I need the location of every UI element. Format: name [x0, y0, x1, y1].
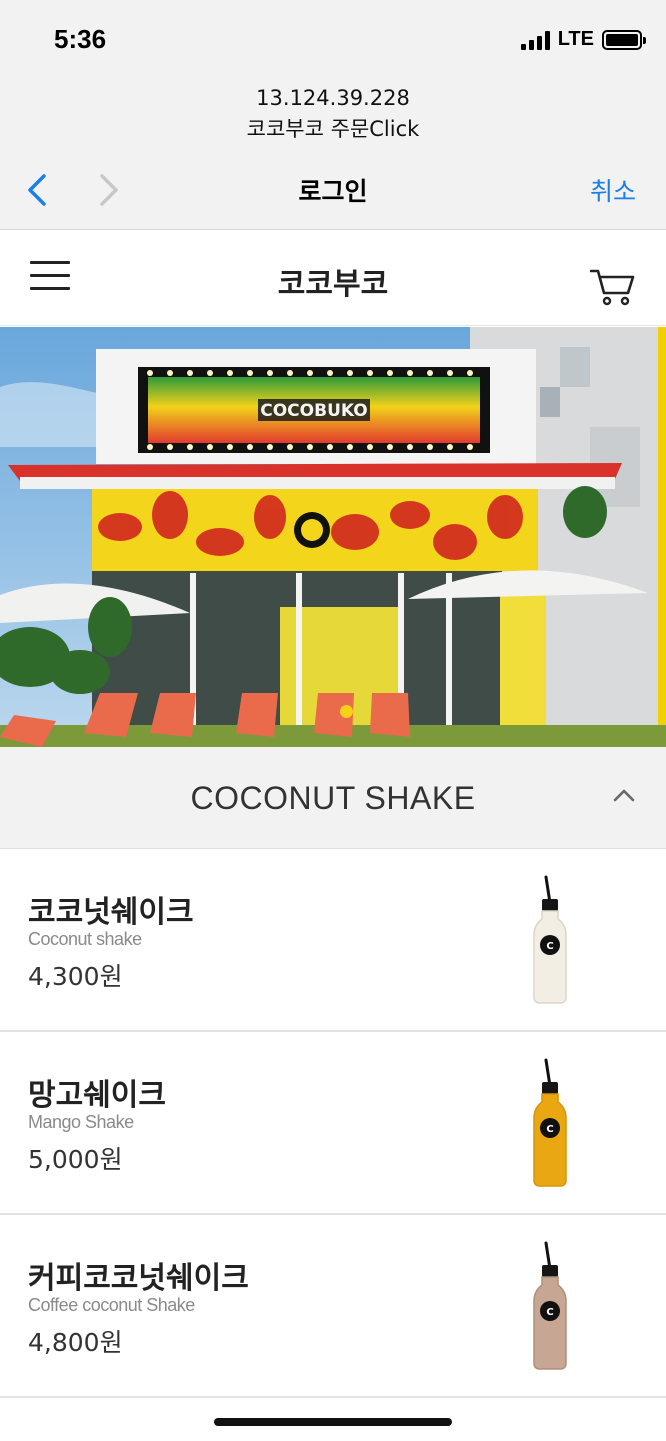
store-title: 코코부코: [277, 267, 389, 302]
hero-carousel[interactable]: COCOBUKO: [0, 327, 666, 747]
browser-address-area: 13.124.39.228 코코부코 주문Click: [0, 80, 666, 150]
nav-title: 로그인: [298, 177, 368, 206]
battery-icon: [602, 29, 646, 50]
menu-item[interactable]: 코코넛쉐이크 Coconut shake 4,300원 C: [0, 849, 666, 1032]
item-name: 커피코코넛쉐이크: [28, 1261, 249, 1296]
item-name: 망고쉐이크: [28, 1078, 166, 1113]
category-title: COCONUT SHAKE: [190, 780, 476, 816]
chevron-up-icon[interactable]: [612, 787, 636, 803]
item-name-en: Mango Shake: [28, 1112, 134, 1132]
category-header[interactable]: COCONUT SHAKE: [0, 747, 666, 849]
signal-icon: [520, 30, 550, 50]
home-indicator[interactable]: [214, 1418, 452, 1426]
item-name-en: Coffee coconut Shake: [28, 1295, 195, 1315]
status-icons: LTE: [520, 28, 646, 51]
cart-icon: [589, 269, 635, 306]
bottle-image: C: [533, 1058, 567, 1187]
menu-item[interactable]: 망고쉐이크 Mango Shake 5,000원 C: [0, 1032, 666, 1215]
status-time: 5:36: [54, 24, 107, 54]
svg-text:C: C: [546, 941, 553, 952]
url-host: 13.124.39.228: [256, 86, 410, 110]
item-price: 4,300원: [28, 962, 123, 991]
item-price: 4,800원: [28, 1328, 123, 1357]
storefront-image: COCOBUKO: [0, 327, 666, 747]
page-title: 코코부코 주문Click: [246, 117, 420, 141]
svg-text:C: C: [546, 1124, 553, 1135]
browser-nav-bar: 로그인 취소: [0, 150, 666, 230]
item-name: 코코넛쉐이크: [28, 895, 194, 930]
bottle-image: C: [533, 875, 567, 1004]
item-name-en: Coconut shake: [28, 929, 142, 949]
svg-text:C: C: [546, 1307, 553, 1318]
item-price: 5,000원: [28, 1145, 123, 1174]
network-type: LTE: [557, 28, 594, 50]
cancel-button[interactable]: 취소: [590, 172, 636, 208]
sign-text: COCOBUKO: [260, 401, 367, 421]
menu-item[interactable]: 커피코코넛쉐이크 Coffee coconut Shake 4,800원 C: [0, 1215, 666, 1398]
bottle-image: C: [533, 1241, 567, 1370]
cart-button[interactable]: [589, 267, 636, 307]
app-header: 코코부코: [0, 231, 666, 326]
status-bar: 5:36 LTE: [0, 0, 666, 80]
carousel-active-dot[interactable]: [340, 705, 353, 718]
